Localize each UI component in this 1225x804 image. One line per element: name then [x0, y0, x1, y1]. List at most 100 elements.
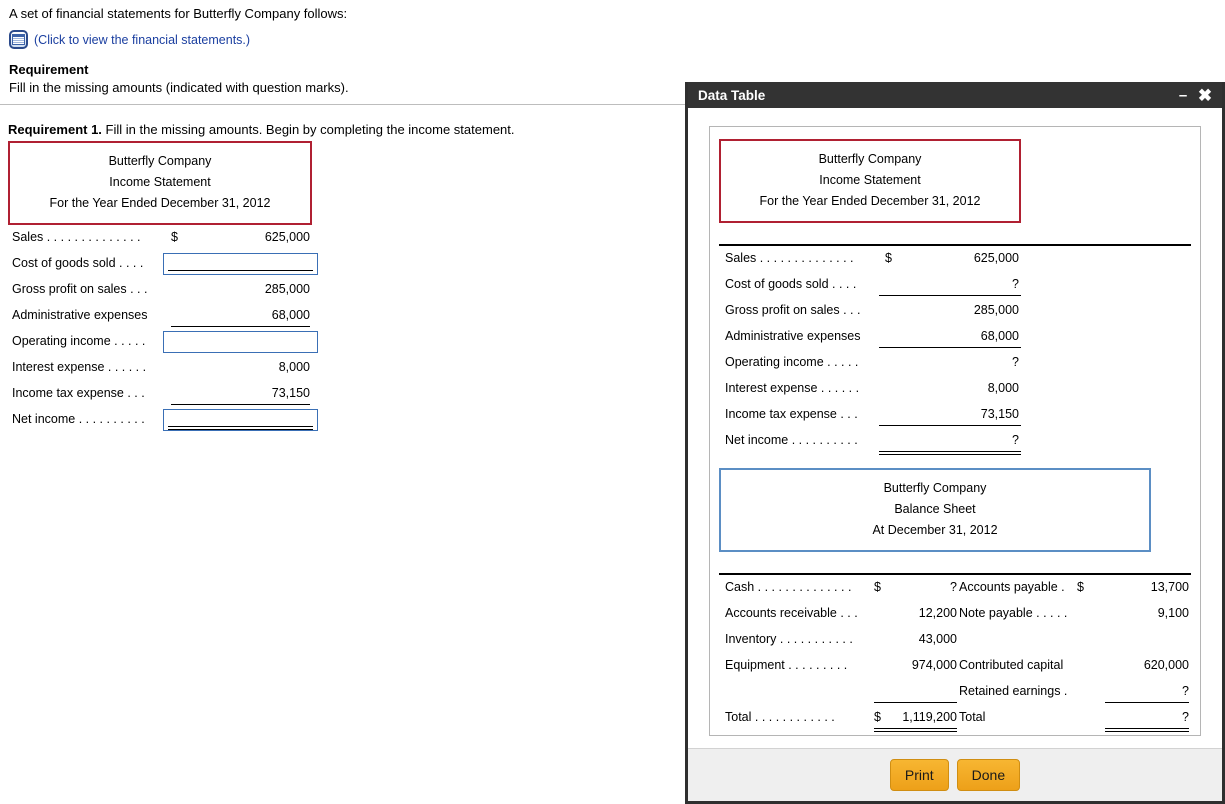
dialog-balance-row: Cash . . . . . . . . . . . . . . $? Accoun…	[719, 575, 1191, 601]
dialog-income-row: Gross profit on sales . . . 285,000	[719, 298, 1191, 324]
dialog-title: Data Table	[698, 87, 766, 103]
asset-label: Total . . . . . . . . . . . .	[725, 710, 835, 724]
done-button[interactable]: Done	[956, 759, 1021, 791]
requirement1-line: Requirement 1. Fill in the missing amoun…	[8, 122, 515, 137]
dialog-balance-rows: Cash . . . . . . . . . . . . . . $? Accoun…	[719, 575, 1191, 732]
asset-amount: 974,000	[911, 658, 957, 672]
worksheet-currency-symbol: $	[171, 230, 178, 244]
liability-amount: ?	[1182, 710, 1189, 724]
dialog-income-row: Sales . . . . . . . . . . . . . . $625,00…	[719, 246, 1191, 272]
income-statement-worksheet: Butterfly Company Income Statement For t…	[8, 141, 318, 433]
row-amount: 625,000	[973, 251, 1019, 265]
input-underline	[168, 426, 313, 427]
row-amount: 68,000	[980, 329, 1019, 343]
row-label: Operating income . . . . .	[725, 355, 859, 369]
requirement1-label: Requirement 1.	[8, 122, 102, 137]
dialog-income-statement-header: Butterfly Company Income Statement For t…	[719, 139, 1021, 223]
asset-label: Cash . . . . . . . . . . . . . .	[725, 580, 852, 594]
requirement-heading: Requirement	[9, 62, 89, 77]
dialog-income-row: Operating income . . . . .?	[719, 350, 1191, 376]
liability-amount: 9,100	[1157, 606, 1189, 620]
row-amount: ?	[1012, 355, 1019, 369]
asset-amount: 1,119,200	[902, 710, 957, 724]
asset-amount: 12,200	[918, 606, 957, 620]
table-icon	[9, 30, 28, 49]
worksheet-rows: Sales . . . . . . . . . . . . . . $625,00…	[8, 225, 318, 433]
dialog-income-row: Net income . . . . . . . . . .?	[719, 428, 1191, 455]
dis-statement: Income Statement	[819, 173, 921, 187]
liability-amount: 13,700	[1150, 580, 1189, 594]
dialog-income-row: Cost of goods sold . . . .?	[719, 272, 1191, 298]
row-label: Income tax expense . . .	[725, 407, 858, 421]
asset-rule-double	[874, 731, 957, 732]
close-icon[interactable]: ✖	[1194, 85, 1216, 105]
worksheet-amount: 68,000	[271, 308, 310, 322]
liability-label: Note payable . . . . .	[959, 606, 1068, 620]
worksheet-amount: 8,000	[278, 360, 310, 374]
row-label: Sales . . . . . . . . . . . . . .	[725, 251, 854, 265]
row-label: Cost of goods sold . . . .	[725, 277, 857, 291]
row-rule	[879, 451, 1021, 452]
worksheet-amount: 625,000	[264, 230, 310, 244]
dbs-period: At December 31, 2012	[872, 523, 998, 537]
view-statements-link[interactable]: (Click to view the financial statements.…	[9, 30, 250, 49]
row-label: Interest expense . . . . . .	[725, 381, 860, 395]
liability-rule	[1105, 728, 1189, 729]
liability-amount: ?	[1182, 684, 1189, 698]
row-label: Net income . . . . . . . . . .	[725, 433, 858, 447]
row-label: Administrative expenses	[725, 329, 861, 343]
row-amount: ?	[1012, 433, 1019, 447]
liability-amount: 620,000	[1143, 658, 1189, 672]
row-rule-double	[879, 454, 1021, 455]
worksheet-row: Income tax expense . . . 73,150	[8, 381, 312, 407]
worksheet-row: Net income . . . . . . . . . .	[8, 407, 318, 433]
asset-rule	[874, 728, 957, 729]
row-amount: ?	[1012, 277, 1019, 291]
dbs-company: Butterfly Company	[883, 481, 987, 495]
dis-period: For the Year Ended December 31, 2012	[759, 194, 981, 208]
asset-label: Inventory . . . . . . . . . . .	[725, 632, 853, 646]
worksheet-amount-input[interactable]	[163, 331, 318, 353]
row-rule	[879, 425, 1021, 426]
worksheet-row-label: Gross profit on sales . . .	[12, 282, 148, 296]
row-rule	[879, 295, 1021, 296]
dialog-balance-row: Retained earnings .?	[719, 679, 1191, 705]
worksheet-rule	[171, 326, 310, 327]
dialog-balance-row: Total . . . . . . . . . . . . $1,119,200 T…	[719, 705, 1191, 732]
minimize-icon[interactable]: –	[1172, 85, 1194, 105]
worksheet-amount: 73,150	[271, 386, 310, 400]
ws-period: For the Year Ended December 31, 2012	[49, 196, 271, 210]
liability-label: Total	[959, 710, 986, 724]
asset-amount: ?	[950, 580, 957, 594]
worksheet-amount-input[interactable]	[163, 409, 318, 431]
print-button[interactable]: Print	[889, 759, 949, 791]
liability-rule-double	[1105, 731, 1189, 732]
asset-label: Equipment . . . . . . . . .	[725, 658, 848, 672]
worksheet-row-label: Interest expense . . . . . .	[12, 360, 147, 374]
dialog-content-panel: Butterfly Company Income Statement For t…	[709, 126, 1201, 736]
worksheet-amount-input[interactable]	[163, 253, 318, 275]
dis-company: Butterfly Company	[818, 152, 922, 166]
ws-company: Butterfly Company	[108, 154, 212, 168]
asset-amount: 43,000	[918, 632, 957, 646]
asset-rule	[874, 702, 957, 703]
row-amount: 285,000	[973, 303, 1019, 317]
worksheet-row: Sales . . . . . . . . . . . . . . $625,00…	[8, 225, 312, 251]
data-table-dialog: Data Table – ✖ Butterfly Company Income …	[685, 82, 1225, 804]
requirement-text: Fill in the missing amounts (indicated w…	[9, 80, 349, 95]
requirement1-text: Fill in the missing amounts. Begin by co…	[101, 122, 515, 137]
worksheet-rule	[171, 404, 310, 405]
row-amount: 8,000	[987, 381, 1019, 395]
dbs-statement: Balance Sheet	[894, 502, 976, 516]
row-amount: 73,150	[980, 407, 1019, 421]
dialog-income-row: Interest expense . . . . . . 8,000	[719, 376, 1191, 402]
input-underline-double	[168, 429, 313, 430]
dialog-income-row: Administrative expenses 68,000	[719, 324, 1191, 350]
liability-label: Contributed capital	[959, 658, 1064, 672]
row-label: Gross profit on sales . . .	[725, 303, 861, 317]
ws-statement: Income Statement	[109, 175, 211, 189]
worksheet-amount: 285,000	[264, 282, 310, 296]
liability-label: Accounts payable .	[959, 580, 1065, 594]
intro-text: A set of financial statements for Butter…	[9, 6, 348, 21]
dialog-body: Butterfly Company Income Statement For t…	[688, 108, 1222, 801]
